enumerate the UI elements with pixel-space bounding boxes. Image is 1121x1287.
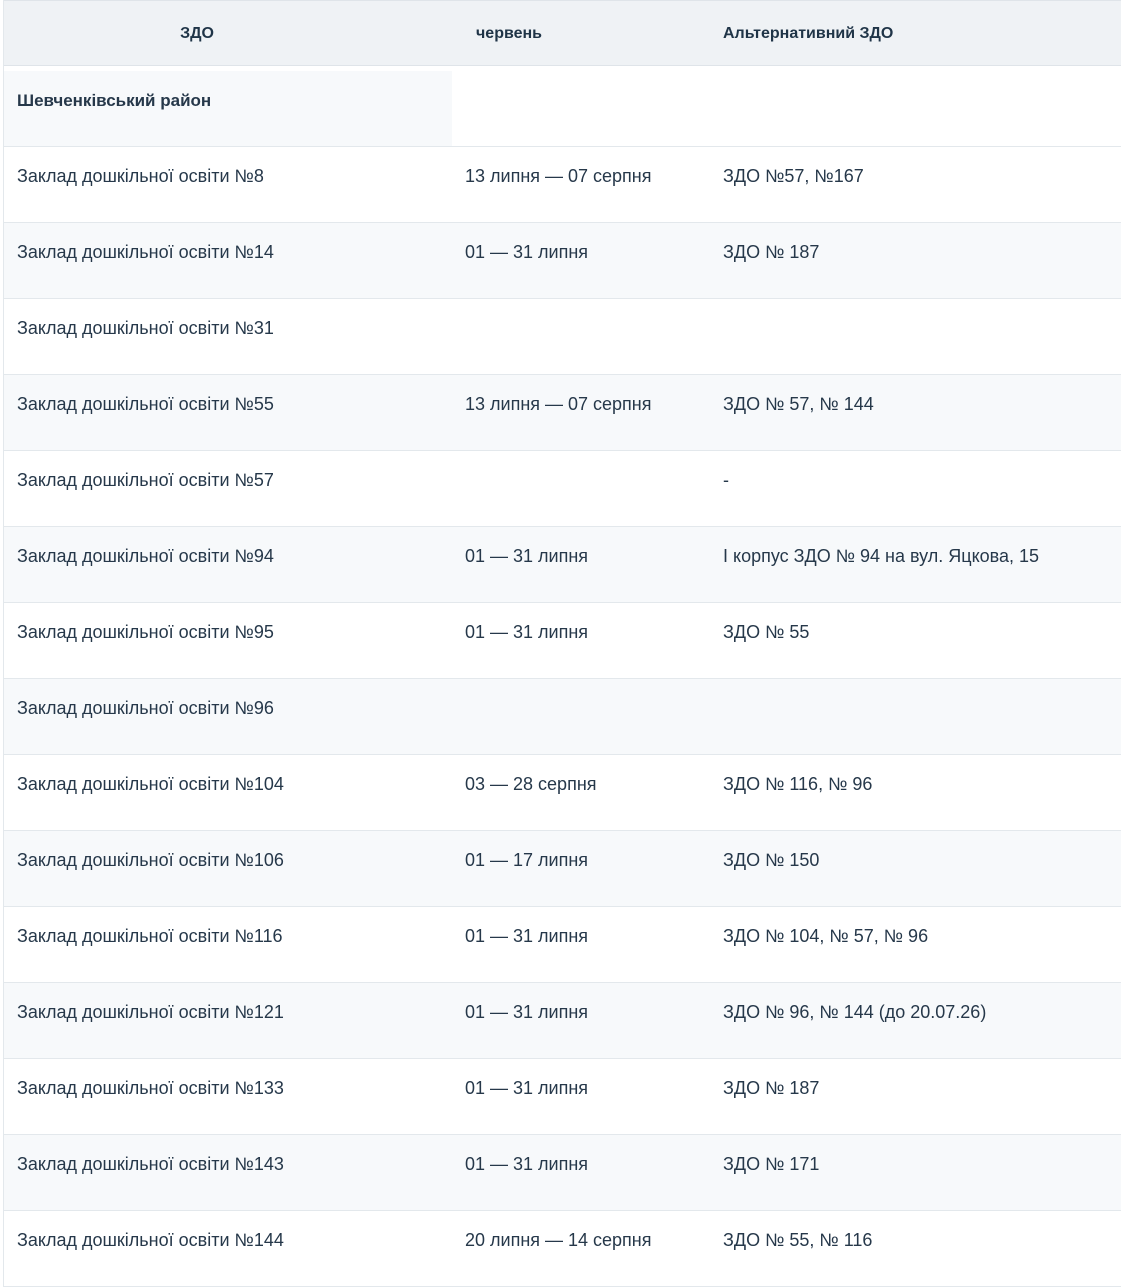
alternative-cell: І корпус ЗДО № 94 на вул. Яцкова, 15 xyxy=(723,546,1040,566)
kindergarten-cell: Заклад дошкільної освіти №8 xyxy=(17,166,264,186)
period-cell: 01 — 31 липня xyxy=(465,926,589,946)
kindergarten-cell: Заклад дошкільної освіти №104 xyxy=(17,774,284,794)
kindergarten-cell: Заклад дошкільної освіти №31 xyxy=(17,318,274,338)
alternative-cell: ЗДО № 96, № 144 (до 20.07.26) xyxy=(723,1002,987,1022)
table-row: Заклад дошкільної освіти №144 20 липня — … xyxy=(4,1211,1121,1287)
period-cell: 13 липня — 07 серпня xyxy=(465,166,652,186)
schedule-table: ЗДО червень Альтернативний ЗДО Шевченків… xyxy=(3,0,1121,1287)
kindergarten-cell: Заклад дошкільної освіти №96 xyxy=(17,698,274,718)
table-header: ЗДО червень Альтернативний ЗДО xyxy=(4,0,1121,66)
table-row: Заклад дошкільної освіти №57 - xyxy=(4,451,1121,527)
kindergarten-cell: Заклад дошкільної освіти №55 xyxy=(17,394,274,414)
alternative-cell: ЗДО № 104, № 57, № 96 xyxy=(723,926,929,946)
table-row: Заклад дошкільної освіти №96 xyxy=(4,679,1121,755)
table-row: Заклад дошкільної освіти №104 03 — 28 сер… xyxy=(4,755,1121,831)
table-row: Заклад дошкільної освіти №95 01 — 31 липн… xyxy=(4,603,1121,679)
alternative-cell: - xyxy=(723,470,729,490)
alternative-cell: ЗДО № 171 xyxy=(723,1154,820,1174)
alternative-cell: ЗДО № 57, № 144 xyxy=(723,394,874,414)
period-cell: 01 — 31 липня xyxy=(465,1154,589,1174)
period-cell: 13 липня — 07 серпня xyxy=(465,394,652,414)
district-row: Шевченківський район xyxy=(4,71,1121,147)
district-name: Шевченківський район xyxy=(17,91,212,110)
table-row: Заклад дошкільної освіти №133 01 — 31 лип… xyxy=(4,1059,1121,1135)
table-row: Заклад дошкільної освіти №94 01 — 31 липн… xyxy=(4,527,1121,603)
kindergarten-cell: Заклад дошкільної освіти №94 xyxy=(17,546,274,566)
table-row: Заклад дошкільної освіти №106 01 — 17 лип… xyxy=(4,831,1121,907)
kindergarten-cell: Заклад дошкільної освіти №95 xyxy=(17,622,274,642)
table-row: Заклад дошкільної освіти №31 xyxy=(4,299,1121,375)
table-row: Заклад дошкільної освіти №116 01 — 31 лип… xyxy=(4,907,1121,983)
period-cell: 01 — 31 липня xyxy=(465,1078,589,1098)
header-june: червень xyxy=(476,25,542,42)
kindergarten-cell: Заклад дошкільної освіти №116 xyxy=(17,926,283,946)
period-cell: 01 — 31 липня xyxy=(465,1002,589,1022)
alternative-cell: ЗДО № 55 xyxy=(723,622,810,642)
alternative-cell: ЗДО № 150 xyxy=(723,850,820,870)
table-row: Заклад дошкільної освіти №14 01 — 31 липн… xyxy=(4,223,1121,299)
kindergarten-cell: Заклад дошкільної освіти №133 xyxy=(17,1078,284,1098)
header-alternative: Альтернативний ЗДО xyxy=(723,25,894,42)
period-cell: 01 — 17 липня xyxy=(465,850,589,870)
table-row: Заклад дошкільної освіти №143 01 — 31 лип… xyxy=(4,1135,1121,1211)
header-kindergarten: ЗДО xyxy=(180,25,214,42)
kindergarten-cell: Заклад дошкільної освіти №14 xyxy=(17,242,274,262)
alternative-cell: ЗДО № 187 xyxy=(723,242,820,262)
kindergarten-cell: Заклад дошкільної освіти №121 xyxy=(17,1002,284,1022)
table-body: Заклад дошкільної освіти №8 13 липня — 07… xyxy=(4,147,1121,1287)
alternative-cell: ЗДО №57, №167 xyxy=(723,166,864,186)
kindergarten-cell: Заклад дошкільної освіти №143 xyxy=(17,1154,284,1174)
table-row: Заклад дошкільної освіти №8 13 липня — 07… xyxy=(4,147,1121,223)
period-cell: 01 — 31 липня xyxy=(465,546,589,566)
kindergarten-cell: Заклад дошкільної освіти №57 xyxy=(17,470,274,490)
period-cell: 03 — 28 серпня xyxy=(465,774,597,794)
alternative-cell: ЗДО № 55, № 116 xyxy=(723,1230,873,1250)
alternative-cell: ЗДО № 116, № 96 xyxy=(723,774,873,794)
period-cell: 20 липня — 14 серпня xyxy=(465,1230,652,1250)
period-cell: 01 — 31 липня xyxy=(465,242,589,262)
table-row: Заклад дошкільної освіти №55 13 липня — 0… xyxy=(4,375,1121,451)
kindergarten-cell: Заклад дошкільної освіти №144 xyxy=(17,1230,284,1250)
table-row: Заклад дошкільної освіти №121 01 — 31 лип… xyxy=(4,983,1121,1059)
kindergarten-cell: Заклад дошкільної освіти №106 xyxy=(17,850,284,870)
alternative-cell: ЗДО № 187 xyxy=(723,1078,820,1098)
period-cell: 01 — 31 липня xyxy=(465,622,589,642)
